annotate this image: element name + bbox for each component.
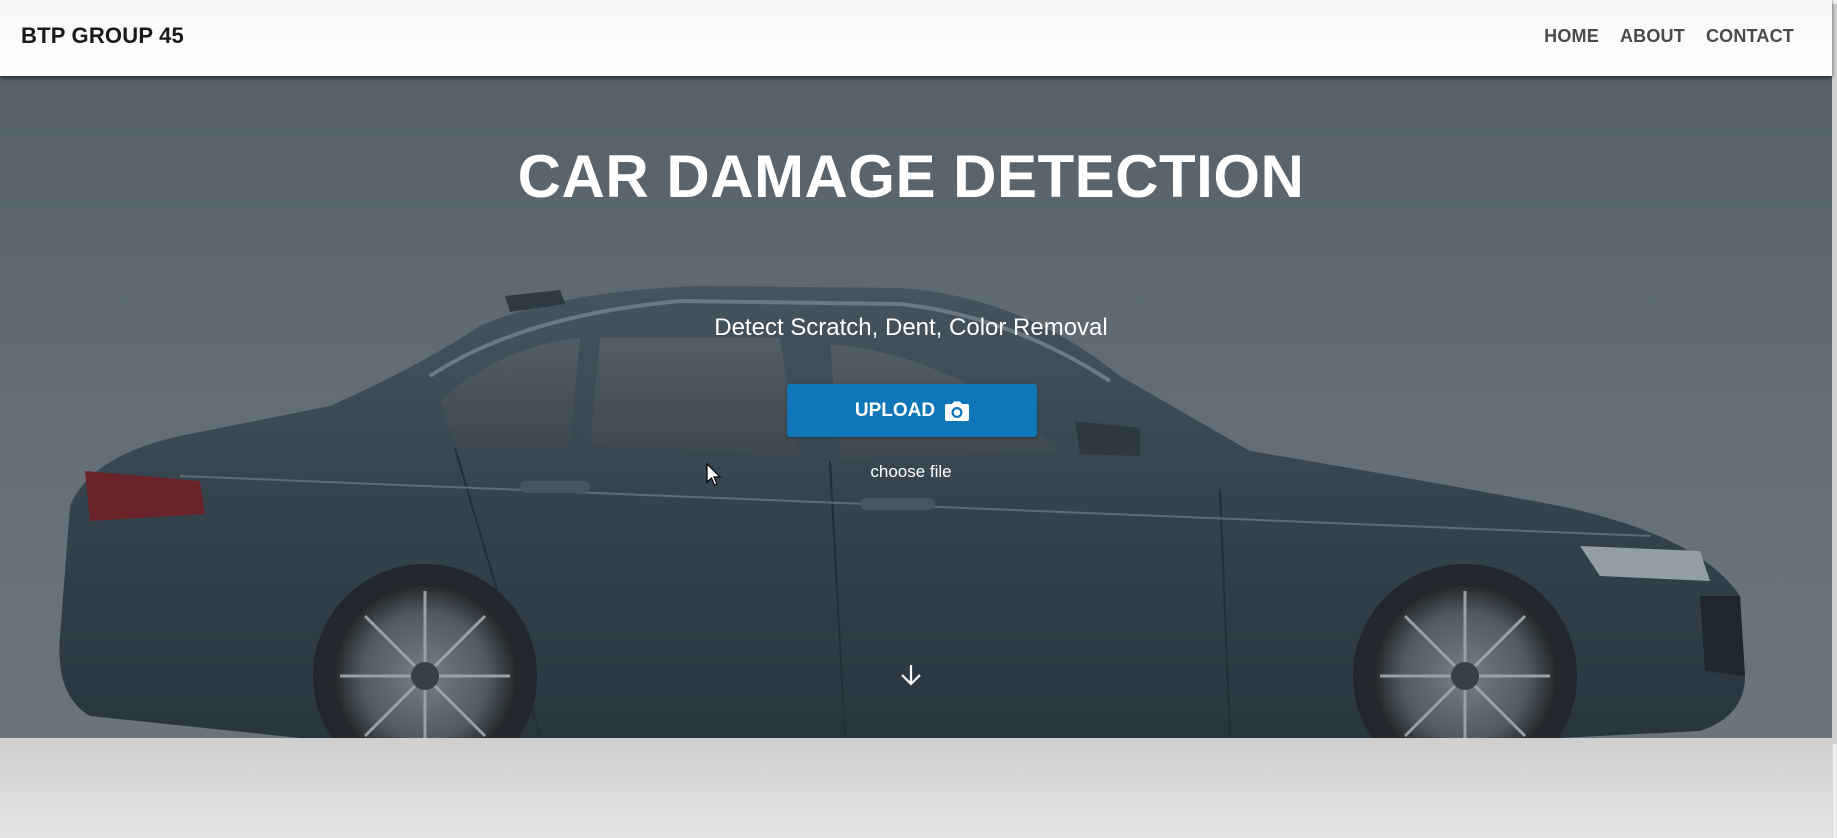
nav-link-contact[interactable]: CONTACT: [1706, 26, 1794, 47]
camera-icon: [945, 401, 970, 421]
hero-subtitle: Detect Scratch, Dent, Color Removal: [714, 314, 1108, 341]
page: BTP GROUP 45 HOME ABOUT CONTACT CAR DAMA…: [0, 0, 1837, 838]
hero-section: CAR DAMAGE DETECTION Detect Scratch, Den…: [0, 76, 1832, 738]
page-title: CAR DAMAGE DETECTION: [517, 143, 1305, 210]
arrow-down-icon[interactable]: [898, 662, 924, 688]
scrollbar[interactable]: [1832, 0, 1837, 838]
upload-button[interactable]: UPLOAD: [787, 384, 1037, 437]
nav-link-home[interactable]: HOME: [1544, 26, 1599, 47]
mouse-cursor-icon: [706, 463, 722, 486]
below-fold-section: [0, 738, 1832, 838]
choose-file-link[interactable]: choose file: [0, 462, 1822, 482]
nav-link-about[interactable]: ABOUT: [1620, 26, 1685, 47]
brand-logo[interactable]: BTP GROUP 45: [21, 23, 184, 49]
navbar: BTP GROUP 45 HOME ABOUT CONTACT: [0, 0, 1832, 76]
nav-links: HOME ABOUT CONTACT: [1544, 26, 1794, 47]
scrollbar-thumb[interactable]: [1832, 4, 1837, 744]
upload-button-label: UPLOAD: [854, 399, 936, 421]
